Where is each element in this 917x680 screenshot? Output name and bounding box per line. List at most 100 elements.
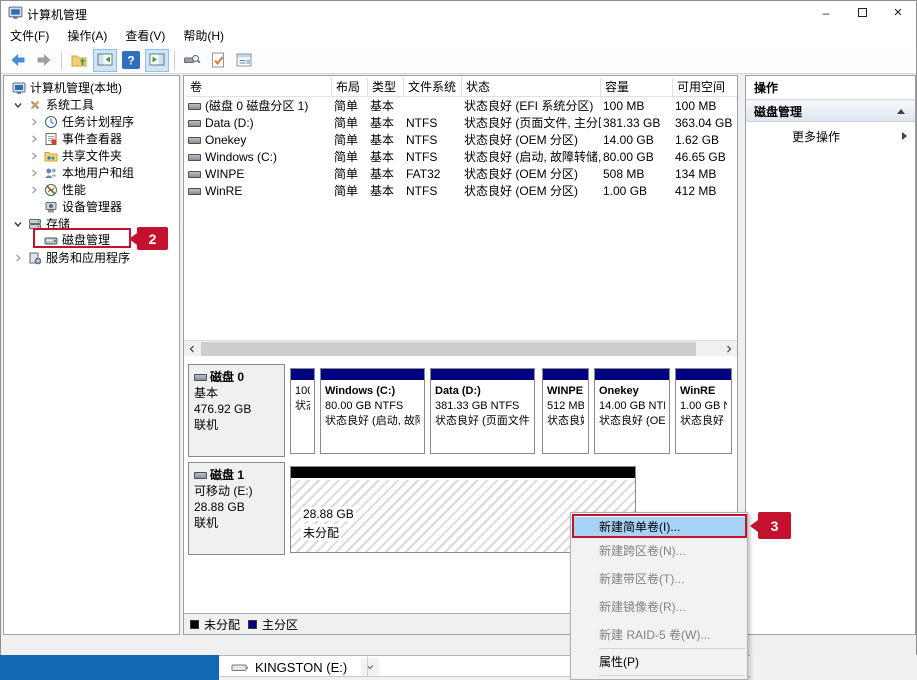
svg-text:?: ? <box>127 54 134 68</box>
minimize-button[interactable]: – <box>808 1 844 24</box>
legend-unallocated-label: 未分配 <box>204 616 240 633</box>
tree-item-performance[interactable]: 性能 <box>4 182 179 199</box>
tree-item-shared-folders[interactable]: 共享文件夹 <box>4 148 179 165</box>
check-document-icon[interactable] <box>206 49 230 72</box>
back-icon[interactable] <box>6 49 30 72</box>
primary-partition-strip <box>321 369 424 381</box>
column-header-type[interactable]: 类型 <box>368 78 404 97</box>
menu-view[interactable]: 查看(V) <box>116 24 174 47</box>
chevron-right-icon[interactable] <box>28 150 40 162</box>
menu-item-new-striped-volume: 新建带区卷(T)... <box>571 569 747 589</box>
computer-management-window: 计算机管理 – × 文件(F) 操作(A) 查看(V) 帮助(H) ? <box>0 0 917 655</box>
toolbar: ? <box>1 47 916 74</box>
screenshot-root: 计算机管理 – × 文件(F) 操作(A) 查看(V) 帮助(H) ? <box>0 0 917 680</box>
app-icon <box>8 5 23 20</box>
drive-selector-value: KINGSTON (E:) <box>255 660 347 675</box>
column-header-layout[interactable]: 布局 <box>332 78 368 97</box>
chevron-right-icon[interactable] <box>12 252 24 264</box>
window-title: 计算机管理 <box>27 6 87 23</box>
badge-pointer <box>750 520 758 532</box>
tree-item-services-applications[interactable]: 服务和应用程序 <box>4 250 179 267</box>
chevron-down-icon[interactable] <box>12 99 24 111</box>
column-header-status[interactable]: 状态 <box>462 78 601 97</box>
menu-item-properties[interactable]: 属性(P) <box>571 652 747 672</box>
folder-up-icon[interactable] <box>67 49 91 72</box>
volume-icon <box>188 137 201 144</box>
tree-item-computer-management[interactable]: 计算机管理(本地) <box>4 80 179 97</box>
menu-item-new-mirrored-volume: 新建镜像卷(R)... <box>571 597 747 617</box>
context-menu: 新建简单卷(I)... 新建跨区卷(N)... 新建带区卷(T)... 新建镜像… <box>570 512 748 680</box>
console-tree-icon[interactable] <box>93 49 117 72</box>
legend-primary-label: 主分区 <box>262 616 298 633</box>
partition-windows-c[interactable]: Windows (C:)80.00 GB NTFS状态良好 (启动, 故障转储,… <box>320 368 425 454</box>
disk-0-label-panel[interactable]: 磁盘 0 基本 476.92 GB 联机 <box>188 364 285 457</box>
partition-winre[interactable]: WinRE1.00 GB NTFS状态良好 (OEM 分区) <box>675 368 732 454</box>
disk-1-label-panel[interactable]: 磁盘 1 可移动 (E:) 28.88 GB 联机 <box>188 462 285 555</box>
console-tree: 计算机管理(本地) 系统工具 任务计划程序 事件查看器 共享文件夹 <box>3 75 180 635</box>
chevron-right-icon[interactable] <box>28 184 40 196</box>
title-bar: 计算机管理 – × <box>1 1 916 24</box>
chevron-down-icon[interactable] <box>12 218 24 230</box>
disk-icon <box>194 374 207 381</box>
chevron-right-icon[interactable] <box>28 116 40 128</box>
partition-data-d[interactable]: Data (D:)381.33 GB NTFS状态良好 (页面文件, 主分区) <box>430 368 535 454</box>
disk-management-section-header[interactable]: 磁盘管理 <box>746 100 915 122</box>
forward-icon[interactable] <box>32 49 56 72</box>
tree-item-local-users-groups[interactable]: 本地用户和组 <box>4 165 179 182</box>
background-blue-panel <box>0 655 219 680</box>
chevron-right-icon[interactable] <box>28 167 40 179</box>
rescan-disks-icon[interactable] <box>180 49 204 72</box>
primary-partition-strip <box>543 369 588 381</box>
horizontal-scrollbar[interactable] <box>184 340 737 356</box>
shared-folder-icon <box>44 149 58 163</box>
step-2-badge: 2 <box>137 227 168 250</box>
scroll-left-icon[interactable] <box>184 341 200 357</box>
partition-winpe[interactable]: WINPE512 MB FAT32状态良好 (OEM 分区) <box>542 368 589 454</box>
users-icon <box>44 166 58 180</box>
partition-onekey[interactable]: Onekey14.00 GB NTFS状态良好 (OEM 分区) <box>594 368 670 454</box>
column-header-capacity[interactable]: 容量 <box>601 78 673 97</box>
primary-partition-strip <box>291 369 314 381</box>
menu-separator <box>599 675 745 676</box>
tree-item-system-tools[interactable]: 系统工具 <box>4 97 179 114</box>
menu-separator <box>599 648 745 649</box>
storage-icon <box>28 217 42 231</box>
volume-icon <box>188 120 201 127</box>
step-3-badge: 3 <box>758 512 791 539</box>
volume-icon <box>188 103 201 110</box>
scroll-right-icon[interactable] <box>721 341 737 357</box>
submenu-arrow-icon <box>902 132 907 140</box>
menu-file[interactable]: 文件(F) <box>1 24 58 47</box>
maximize-button[interactable] <box>844 1 880 24</box>
volume-icon <box>188 154 201 161</box>
tree-item-task-scheduler[interactable]: 任务计划程序 <box>4 114 179 131</box>
column-header-filesystem[interactable]: 文件系统 <box>404 78 462 97</box>
services-icon <box>28 251 42 265</box>
primary-partition-strip <box>676 369 731 381</box>
menu-action[interactable]: 操作(A) <box>58 24 116 47</box>
close-button[interactable]: × <box>880 1 916 24</box>
actions-pane-title: 操作 <box>746 76 915 100</box>
menu-item-new-simple-volume[interactable]: 新建简单卷(I)... <box>573 517 745 537</box>
partition-efi[interactable]: 100 MB状态良好 <box>290 368 315 454</box>
column-header-freespace[interactable]: 可用空间 <box>673 78 738 97</box>
menu-bar: 文件(F) 操作(A) 查看(V) 帮助(H) <box>1 24 916 47</box>
chevron-right-icon[interactable] <box>28 133 40 145</box>
action-pane-icon[interactable] <box>145 49 169 72</box>
device-manager-icon <box>44 200 58 214</box>
primary-partition-strip <box>431 369 534 381</box>
tree-item-event-viewer[interactable]: 事件查看器 <box>4 131 179 148</box>
scrollbar-thumb[interactable] <box>201 342 696 356</box>
tree-item-device-manager[interactable]: 设备管理器 <box>4 199 179 216</box>
help-icon[interactable]: ? <box>119 49 143 72</box>
unallocated-strip <box>291 467 635 479</box>
more-actions-item[interactable]: 更多操作 <box>746 126 915 148</box>
disk-icon <box>194 472 207 479</box>
actions-pane: 操作 磁盘管理 更多操作 <box>745 75 916 635</box>
chevron-down-icon[interactable] <box>361 658 379 676</box>
collapse-icon[interactable] <box>897 109 905 114</box>
properties-pane-icon[interactable] <box>232 49 256 72</box>
drive-selector-combobox[interactable]: KINGSTON (E:) <box>231 657 379 677</box>
column-header-volume[interactable]: 卷 <box>186 78 332 97</box>
menu-help[interactable]: 帮助(H) <box>174 24 233 47</box>
